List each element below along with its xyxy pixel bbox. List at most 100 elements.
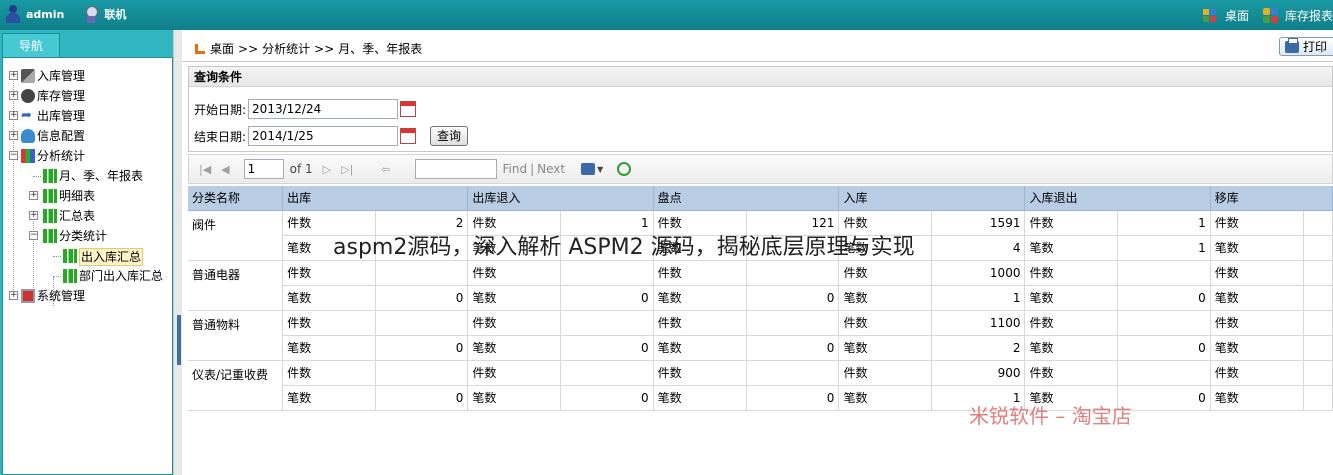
value-cell (1303, 310, 1333, 336)
times-label-cell: 笔数 (282, 235, 377, 261)
count-label-cell: 件数 (653, 360, 747, 386)
breadcrumb-arrow-icon (194, 43, 206, 55)
value-cell: 0 (746, 335, 840, 361)
prev-page-icon[interactable]: ◀ (221, 163, 229, 176)
expand-icon[interactable]: + (9, 111, 18, 120)
value-cell: 0 (375, 385, 469, 411)
report-icon (1262, 7, 1279, 24)
find-link[interactable]: Find (503, 162, 528, 176)
sidebar-item-dept-inout-summary[interactable]: 部门出入库汇总 (9, 266, 174, 286)
last-page-icon[interactable]: ▷| (341, 163, 353, 176)
start-date-input[interactable] (248, 99, 399, 119)
inventory-report-link[interactable]: 库存报表 (1285, 7, 1333, 24)
start-date-label: 开始日期: (194, 102, 247, 117)
sidebar-item-inout-summary[interactable]: 出入库汇总 (9, 246, 169, 266)
value-cell: 1591 (931, 210, 1026, 236)
dropdown-arrow-icon[interactable]: ▼ (597, 165, 603, 174)
back-icon[interactable]: ⇦ (381, 163, 390, 176)
column-header: 入库 (838, 186, 1026, 211)
value-cell (560, 310, 654, 336)
table-row: 阀件 件数 2 件数 1 件数 121 件数 1591 件数 1 件数 (188, 210, 1333, 261)
expand-icon[interactable]: + (9, 71, 18, 80)
value-cell (1303, 385, 1333, 411)
search-button[interactable]: 查询 (430, 126, 469, 146)
expand-icon[interactable]: + (9, 91, 18, 100)
sidebar-item-period-report[interactable]: 月、季、年报表 (9, 166, 169, 186)
desktop-link[interactable]: 桌面 (1225, 7, 1249, 24)
top-bar: admin 联机 桌面 库存报表 (0, 0, 1333, 30)
page-count: of 1 (289, 162, 313, 176)
print-button[interactable]: 打印 (1279, 37, 1333, 56)
first-page-icon[interactable]: |◀ (199, 163, 211, 176)
count-label-cell: 件数 (838, 260, 933, 286)
count-label-cell: 件数 (282, 360, 377, 386)
times-label-cell: 笔数 (653, 285, 747, 311)
sidebar-item-inbound[interactable]: + 入库管理 (9, 66, 169, 86)
sidebar-item-summary[interactable]: + 汇总表 (9, 206, 169, 226)
times-label-cell: 笔数 (1024, 285, 1119, 311)
times-label-cell: 笔数 (838, 385, 933, 411)
export-icon[interactable] (581, 163, 596, 175)
report-icon (43, 229, 57, 243)
page-number-input[interactable] (243, 159, 284, 179)
end-date-input[interactable] (248, 126, 399, 146)
count-label-cell: 件数 (467, 360, 562, 386)
times-label-cell: 笔数 (1210, 235, 1304, 261)
next-page-icon[interactable]: ▷ (323, 163, 331, 176)
count-label-cell: 件数 (1210, 210, 1304, 236)
nav-tab[interactable]: 导航 (2, 33, 60, 57)
breadcrumb-bar: 桌面 >> 分析统计 >> 月、季、年报表 打印 (182, 30, 1333, 62)
sidebar-item-analysis[interactable]: − 分析统计 (9, 146, 169, 166)
sidebar-item-config[interactable]: + 信息配置 (9, 126, 169, 146)
times-label-cell: 笔数 (838, 235, 933, 261)
end-date-row: 结束日期: 查询 (194, 126, 469, 146)
value-cell: 1 (560, 210, 654, 236)
value-cell: 900 (931, 360, 1026, 386)
value-cell: 0 (375, 285, 469, 311)
value-cell (1303, 260, 1333, 286)
collapse-handle[interactable] (177, 315, 181, 365)
collapse-icon[interactable]: − (29, 231, 38, 240)
count-label-cell: 件数 (1210, 260, 1304, 286)
breadcrumb-section[interactable]: 分析统计 (262, 40, 310, 57)
value-cell: 1 (1117, 235, 1211, 261)
times-label-cell: 笔数 (838, 335, 933, 361)
find-next-link[interactable]: Next (537, 162, 565, 176)
value-cell (375, 360, 469, 386)
sidebar-splitter[interactable] (173, 30, 182, 475)
sidebar-item-detail[interactable]: + 明细表 (9, 186, 169, 206)
expand-icon[interactable]: + (9, 291, 18, 300)
sidebar-item-category-stats[interactable]: − 分类统计 (9, 226, 169, 246)
online-status: 联机 (104, 8, 127, 21)
breadcrumb-home[interactable]: 桌面 (210, 40, 234, 57)
count-label-cell: 件数 (653, 210, 747, 236)
table-row: 笔数 0 笔数 0 笔数 0 笔数 2 笔数 0 笔数 (188, 335, 1333, 361)
value-cell (1303, 285, 1333, 311)
nav-tree: + 入库管理 + 库存管理 + ➦ 出库管理 + 信息配置 − 分析统计 月、季… (9, 66, 169, 366)
value-cell (746, 260, 840, 286)
count-label-cell: 件数 (467, 260, 562, 286)
count-label-cell: 件数 (282, 210, 377, 236)
value-cell (746, 360, 840, 386)
find-input[interactable] (414, 159, 497, 179)
user-icon (6, 5, 20, 23)
times-label-cell: 笔数 (1024, 385, 1119, 411)
expand-icon[interactable]: + (29, 211, 38, 220)
category-name-cell: 阀件 (188, 210, 284, 261)
sidebar-item-system[interactable]: + 系统管理 (9, 286, 169, 306)
calendar-icon[interactable] (400, 128, 417, 144)
calendar-icon[interactable] (400, 101, 417, 117)
times-label-cell: 笔数 (467, 235, 562, 261)
collapse-icon[interactable]: − (9, 151, 18, 160)
expand-icon[interactable]: + (9, 131, 18, 140)
sidebar-item-outbound[interactable]: + ➦ 出库管理 (9, 106, 169, 126)
expand-icon[interactable]: + (29, 191, 38, 200)
times-label-cell: 笔数 (1210, 385, 1304, 411)
times-label-cell: 笔数 (1210, 285, 1304, 311)
refresh-icon[interactable] (617, 162, 632, 176)
times-label-cell: 笔数 (467, 335, 562, 361)
table-row: 普通物料 件数 件数 件数 件数 1100 件数 件数 (188, 310, 1333, 361)
sidebar-item-inventory[interactable]: + 库存管理 (9, 86, 169, 106)
table-row: 仪表/记重收费 件数 件数 件数 件数 900 件数 件数 (188, 360, 1333, 411)
count-label-cell: 件数 (282, 310, 377, 336)
